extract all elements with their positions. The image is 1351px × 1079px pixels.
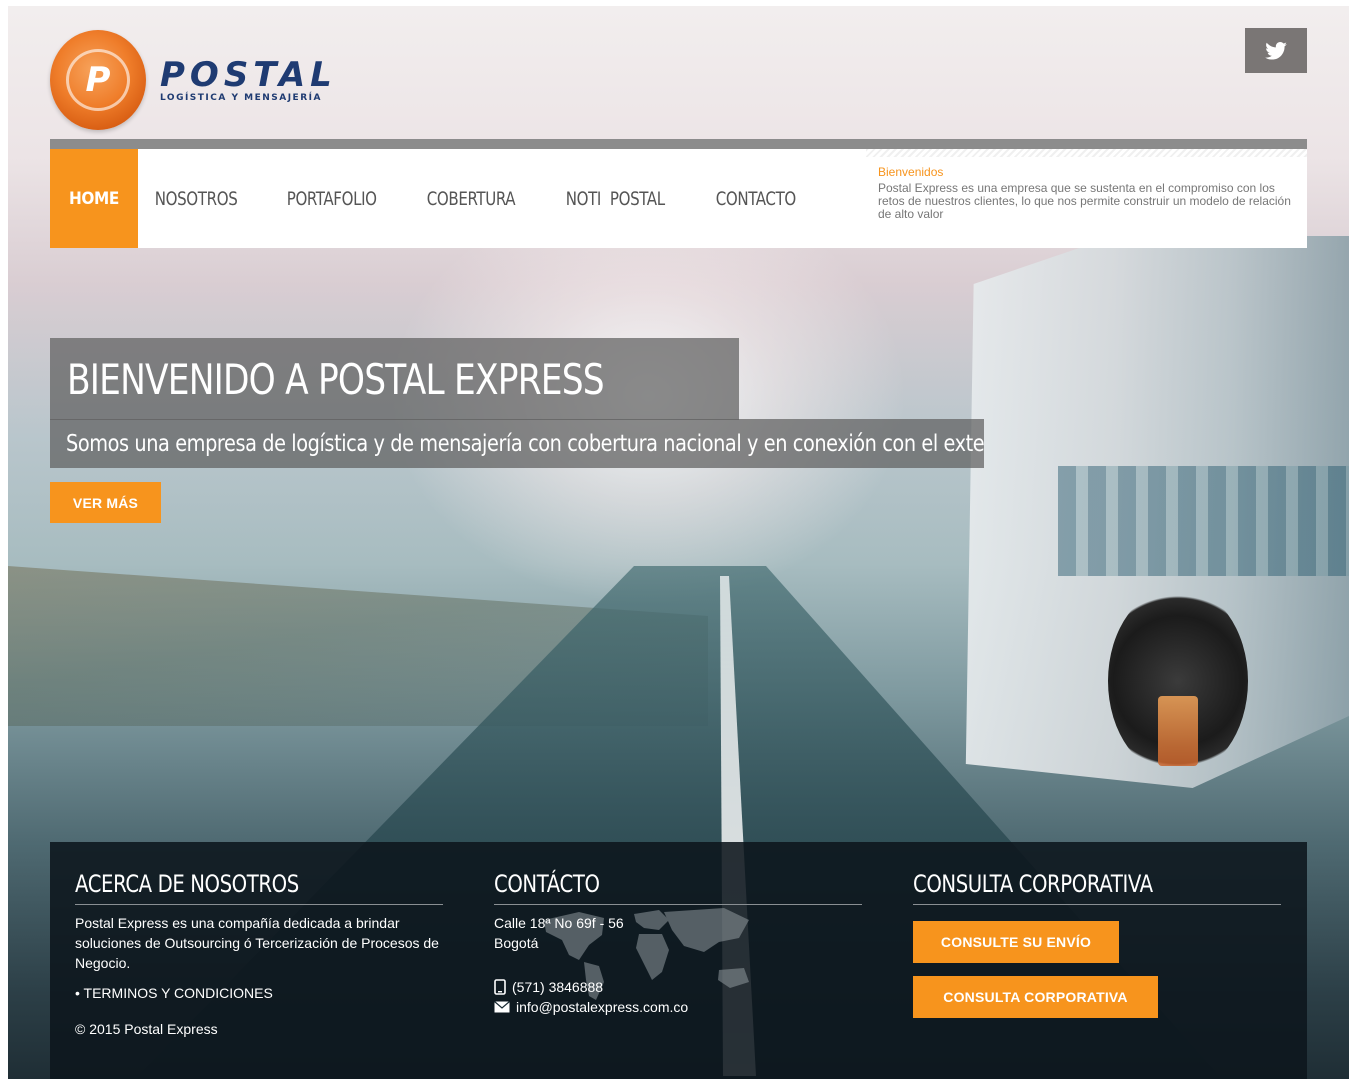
email-line[interactable]: info@postalexpress.com.co — [494, 997, 862, 1017]
address-line2-text: Bogotá — [494, 935, 539, 951]
logo-name: POSTAL — [160, 55, 337, 95]
twitter-icon — [1265, 41, 1287, 60]
logo-tagline: LOGÍSTICA Y MENSAJERÍA — [160, 93, 322, 103]
nav-home[interactable]: HOME — [50, 149, 138, 248]
hero-subtitle-text: Somos una empresa de logística y de mens… — [66, 430, 984, 457]
footer: ACERCA DE NOSOTROS Postal Express es una… — [50, 842, 1307, 1079]
email-icon — [494, 1001, 510, 1013]
logo-badge: P — [50, 30, 146, 130]
nav-contacto[interactable]: CONTACTO — [699, 149, 813, 248]
main-nav: HOME NOSOTROS PORTAFOLIO COBERTURA NOTI … — [50, 139, 1307, 248]
nav-portafolio[interactable]: PORTAFOLIO — [270, 149, 393, 248]
terms-link[interactable]: • TERMINOS Y CONDICIONES — [75, 985, 443, 1001]
hero-subtitle: Somos una empresa de logística y de mens… — [50, 419, 984, 468]
about-heading: ACERCA DE NOSOTROS — [75, 870, 443, 905]
hero-title: BIENVENIDO A POSTAL EXPRESS — [50, 338, 739, 420]
welcome-text: Postal Express es una empresa que se sus… — [878, 181, 1291, 221]
corporate-heading: CONSULTA CORPORATIVA — [913, 870, 1281, 905]
address-line2: Bogotá — [494, 933, 862, 953]
corporate-heading-text: CONSULTA CORPORATIVA — [913, 870, 1153, 898]
footer-about: ACERCA DE NOSOTROS Postal Express es una… — [75, 870, 443, 1037]
welcome-box: Bienvenidos Postal Express es una empres… — [866, 149, 1307, 248]
phone-line: (571) 3846888 — [494, 977, 862, 997]
phone-icon — [494, 979, 506, 995]
copyright: © 2015 Postal Express — [75, 1021, 218, 1037]
phone-text: (571) 3846888 — [512, 979, 604, 995]
contact-heading-text: CONTÁCTO — [494, 870, 600, 898]
nav-noti-postal[interactable]: NOTI POSTAL — [549, 149, 681, 248]
terms-label: TERMINOS Y CONDICIONES — [83, 985, 273, 1001]
truck-side — [1058, 466, 1349, 576]
welcome-title: Bienvenidos — [878, 165, 944, 179]
about-heading-text: ACERCA DE NOSOTROS — [75, 870, 299, 898]
consulta-corporativa-button[interactable]: CONSULTA CORPORATIVA — [913, 976, 1158, 1018]
footer-corporate: CONSULTA CORPORATIVA CONSULTE SU ENVÍO C… — [913, 870, 1281, 1031]
twitter-button[interactable] — [1245, 28, 1307, 73]
address-line1-text: Calle 18ª No 69f - 56 — [494, 915, 624, 931]
email-text: info@postalexpress.com.co — [516, 999, 689, 1015]
about-text: Postal Express es una compañía dedicada … — [75, 915, 439, 971]
terms-bullet: • — [75, 985, 80, 1001]
logo[interactable]: P POSTAL LOGÍSTICA Y MENSAJERÍA — [50, 30, 337, 130]
nav-nosotros[interactable]: NOSOTROS — [138, 149, 254, 248]
footer-contact: CONTÁCTO Calle 18ª No 69f - 56 Bogotá (5… — [494, 870, 862, 1017]
nav-cobertura[interactable]: COBERTURA — [410, 149, 532, 248]
consulte-envio-button[interactable]: CONSULTE SU ENVÍO — [913, 921, 1119, 963]
hero-title-text: BIENVENIDO A POSTAL EXPRESS — [67, 354, 605, 404]
logo-letter: P — [66, 49, 130, 111]
address-line1: Calle 18ª No 69f - 56 — [494, 913, 862, 933]
truck-taillight — [1158, 696, 1198, 766]
nav-items: HOME NOSOTROS PORTAFOLIO COBERTURA NOTI … — [50, 149, 828, 248]
ver-mas-button[interactable]: VER MÁS — [50, 482, 161, 523]
logo-text: POSTAL LOGÍSTICA Y MENSAJERÍA — [160, 57, 337, 103]
